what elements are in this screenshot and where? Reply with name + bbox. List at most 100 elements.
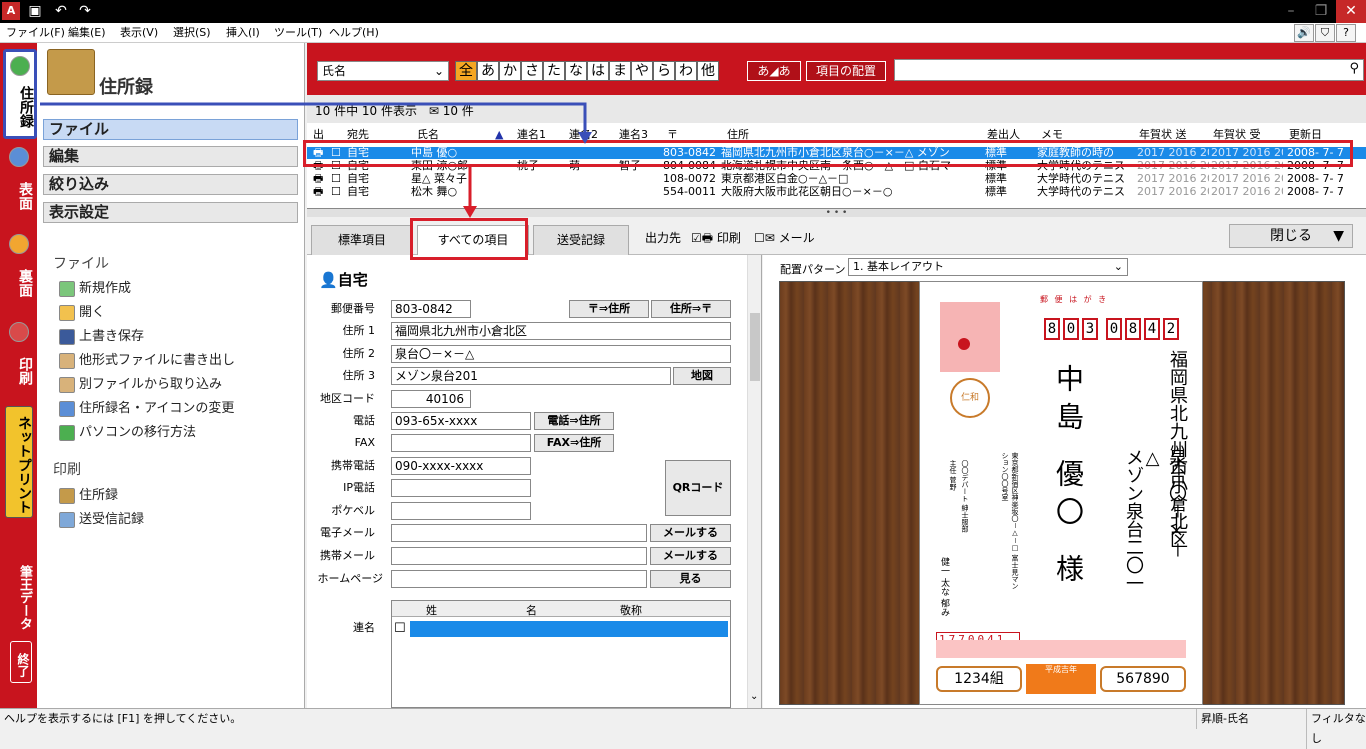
menu-help[interactable]: ヘルプ(H) [329,25,379,41]
undo-icon[interactable]: ↶ [52,2,70,20]
table-row[interactable]: ☐ [392,621,730,637]
kana-ma[interactable]: ま [609,61,631,81]
kana-ka[interactable]: か [499,61,521,81]
save-icon[interactable]: ▣ [26,2,44,20]
ip-phone-input[interactable] [391,479,531,497]
renmei-table[interactable]: 姓 名 敬称 ☐ [391,600,731,708]
mobile-mail-input[interactable] [391,547,647,565]
zip-input[interactable]: 803-0842 [391,300,471,318]
search-input[interactable]: ⚲ [894,59,1364,81]
menu-insert[interactable]: 挿入(I) [226,25,260,41]
kana-all[interactable]: 全 [455,61,477,81]
tab-front[interactable]: 表面 [5,143,33,223]
tab-print[interactable]: 印刷 [5,318,33,398]
minimize-button[interactable]: – [1276,0,1306,23]
address2-input[interactable]: 泉台〇－×－△ [391,345,731,363]
kana-sa[interactable]: さ [521,61,543,81]
item-layout-button[interactable]: 項目の配置 [806,61,886,81]
address3-label: 住所 3 [342,369,376,382]
scroll-thumb[interactable] [750,313,760,381]
kana-ya[interactable]: や [631,61,653,81]
zip-to-address-button[interactable]: 〒⇒住所 [569,300,649,318]
email-input[interactable] [391,524,647,542]
import-item[interactable]: 別ファイルから取り込み [59,375,222,395]
tab-addressbook[interactable]: 住所録 [3,49,37,139]
area-code-input[interactable]: 40106 [391,390,471,408]
postcard[interactable]: 郵 便 は が き 8 0 3 0 8 4 2 仁和 福岡県北九州市小倉北区 泉… [919,281,1203,705]
tel-to-address-button[interactable]: 電話⇒住所 [534,412,614,430]
print-checkbox[interactable]: ☑🖶 印刷 [691,229,741,250]
kana-na[interactable]: な [565,61,587,81]
kana-ra[interactable]: ら [653,61,675,81]
shield-icon[interactable]: ⛉ [1315,24,1335,42]
renmei-checkbox[interactable]: ☐ [394,621,406,636]
menu-select[interactable]: 選択(S) [173,25,211,41]
address-to-zip-button[interactable]: 住所⇒〒 [651,300,731,318]
pager-input[interactable] [391,502,531,520]
menu-edit[interactable]: 編集(E) [68,25,106,41]
layout-pattern-label: 配置パターン [780,263,846,276]
nav-display-settings-button[interactable]: 表示設定 [43,202,298,223]
view-homepage-button[interactable]: 見る [650,570,731,588]
app-icon[interactable]: A [2,2,20,20]
export-item[interactable]: 他形式ファイルに書き出し [59,351,235,371]
row-recv: 2017 2016 20 [1211,186,1283,198]
kana-ta[interactable]: た [543,61,565,81]
print-records-item[interactable]: 送受信記録 [59,510,144,530]
fax-input[interactable] [391,434,531,452]
map-button[interactable]: 地図 [673,367,731,385]
row-addr: 東京都港区白金○－△－□ [721,173,849,185]
zip-box: 3 [1082,318,1098,340]
kana-toggle-button[interactable]: あ◢あ [747,61,801,81]
tel-input[interactable]: 093-65x-xxxx [391,412,531,430]
address1-input[interactable]: 福岡県北九州市小倉北区 [391,322,731,340]
qr-code-button[interactable]: QRコード [665,460,731,516]
nav-file-button[interactable]: ファイル [43,119,298,140]
redo-icon[interactable]: ↷ [76,2,94,20]
layout-pattern-select[interactable]: 1. 基本レイアウト ⌄ [848,258,1128,276]
kana-ha[interactable]: は [587,61,609,81]
row-checkbox[interactable]: ☐ [331,186,341,198]
menu-view[interactable]: 表示(V) [120,25,158,41]
tab-back[interactable]: 裏面 [5,230,33,310]
open-item[interactable]: 開く [59,303,105,323]
tab-standard-items[interactable]: 標準項目 [311,225,413,255]
mobile-input[interactable]: 090-xxxx-xxxx [391,457,531,475]
address3-input[interactable]: メゾン泉台201 [391,367,671,385]
print-addressbook-item[interactable]: 住所録 [59,486,118,506]
fax-to-address-button[interactable]: FAX⇒住所 [534,434,614,452]
tab-fude-data[interactable]: 筆王データ [5,553,33,635]
homepage-input[interactable] [391,570,647,588]
close-panel-button[interactable]: 閉じる ▼ [1229,224,1353,248]
new-file-item[interactable]: 新規作成 [59,279,131,299]
rename-item[interactable]: 住所録名・アイコンの変更 [59,399,234,419]
detail-scrollbar[interactable]: ⌄ [747,255,761,708]
kana-other[interactable]: 他 [697,61,719,81]
help-icon[interactable]: ? [1336,24,1356,42]
migration-item[interactable]: パソコンの移行方法 [59,423,196,443]
table-row[interactable]: 🖶 ☐ 自宅 松木 舞○ 554-0011 大阪府大阪市此花区朝日○－×－○ 標… [307,186,1366,198]
menu-tools[interactable]: ツール(T) [274,25,322,41]
tab-send-records[interactable]: 送受記録 [533,225,629,255]
renmei-row-fill [410,621,728,637]
save-item[interactable]: 上書き保存 [59,327,144,347]
field-select[interactable]: 氏名 ⌄ [317,61,449,81]
row-checkbox[interactable]: ☐ [331,173,341,185]
send-mobile-mail-button[interactable]: メールする [650,547,731,565]
splitter-handle[interactable]: • • • [307,209,1366,218]
kana-wa[interactable]: わ [675,61,697,81]
mail-checkbox[interactable]: ☐✉ メール [754,229,815,246]
kana-a[interactable]: あ [477,61,499,81]
chevron-down-icon[interactable]: ⌄ [750,691,758,702]
table-row[interactable]: 🖶 ☐ 自宅 星△ 菜々子 108-0072 東京都港区白金○－△－□ 標準 大… [307,173,1366,185]
send-email-button[interactable]: メールする [650,524,731,542]
tab-netprint[interactable]: ネットプリント [5,406,33,518]
restore-button[interactable]: ❐ [1306,0,1336,23]
exit-button[interactable]: 終了 [10,641,32,683]
menu-file[interactable]: ファイル(F) [6,25,65,41]
user-icon [59,400,75,417]
nav-edit-button[interactable]: 編集 [43,146,298,167]
close-window-button[interactable]: ✕ [1336,0,1366,23]
sound-icon[interactable]: 🔊 [1294,24,1314,42]
nav-filter-button[interactable]: 絞り込み [43,174,298,195]
